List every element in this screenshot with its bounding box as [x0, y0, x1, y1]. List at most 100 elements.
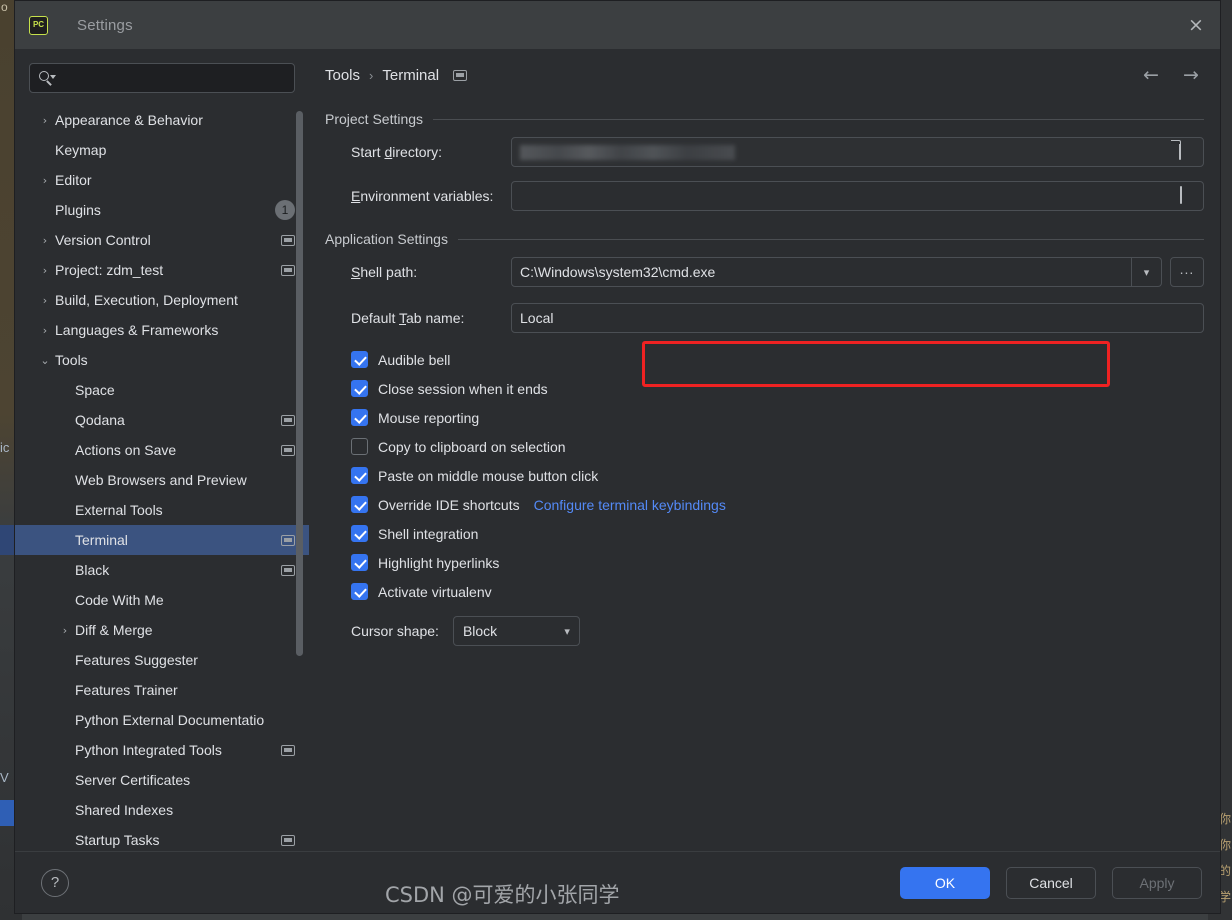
application-settings-group-header: Application Settings — [325, 231, 1204, 247]
sidebar-item-label: Tools — [55, 352, 88, 368]
terminal-options-list: Audible bell Close session when it ends Mo… — [325, 345, 1204, 606]
sidebar-item-build-execution-deployment[interactable]: › Build, Execution, Deployment — [15, 285, 309, 315]
chevron-right-icon[interactable]: › — [35, 234, 55, 247]
chevron-right-icon[interactable]: › — [35, 264, 55, 277]
chevron-right-icon[interactable]: › — [35, 174, 55, 187]
checkbox-audible-bell[interactable] — [351, 351, 368, 368]
project-scope-icon — [281, 264, 295, 276]
project-scope-icon — [281, 534, 295, 546]
shell-path-label: Shell path: — [351, 264, 418, 280]
start-directory-row: Start directory: — [325, 135, 1204, 169]
start-directory-input[interactable] — [511, 137, 1204, 167]
sidebar-item-external-tools[interactable]: ›External Tools — [15, 495, 309, 525]
sidebar-item-server-certificates[interactable]: ›Server Certificates — [15, 765, 309, 795]
group-divider — [433, 118, 1204, 120]
checkbox-label[interactable]: Shell integration — [378, 526, 478, 542]
sidebar-scrollbar-track[interactable] — [296, 103, 306, 851]
sidebar-item-startup-tasks[interactable]: ›Startup Tasks — [15, 825, 309, 851]
sidebar-item-keymap[interactable]: ›Keymap — [15, 135, 309, 165]
checkbox-label[interactable]: Copy to clipboard on selection — [378, 439, 566, 455]
checkbox-label[interactable]: Close session when it ends — [378, 381, 548, 397]
help-icon[interactable]: ? — [41, 868, 69, 897]
checkbox-close-session-when-it-ends[interactable] — [351, 380, 368, 397]
checkbox-highlight-hyperlinks[interactable] — [351, 554, 368, 571]
sidebar-item-python-external-documentatio[interactable]: ›Python External Documentatio — [15, 705, 309, 735]
folder-icon[interactable] — [1178, 142, 1196, 161]
checkbox-override-ide-shortcuts[interactable] — [351, 496, 368, 513]
sidebar-item-python-integrated-tools[interactable]: ›Python Integrated Tools — [15, 735, 309, 765]
ok-button[interactable]: OK — [900, 866, 990, 899]
sidebar-item-label: Languages & Frameworks — [55, 322, 219, 338]
sidebar-item-version-control[interactable]: › Version Control — [15, 225, 309, 255]
cancel-button[interactable]: Cancel — [1006, 866, 1096, 899]
checkbox-row: Highlight hyperlinks — [325, 548, 1204, 577]
sidebar-scrollbar-thumb[interactable] — [296, 111, 303, 656]
checkbox-row: Shell integration — [325, 519, 1204, 548]
project-scope-icon — [281, 414, 295, 426]
checkbox-label[interactable]: Audible bell — [378, 352, 450, 368]
sidebar-item-space[interactable]: ›Space — [15, 375, 309, 405]
chevron-down-icon[interactable]: ▾ — [1132, 257, 1162, 287]
sidebar-item-diff-merge[interactable]: › Diff & Merge — [15, 615, 309, 645]
chevron-down-icon[interactable]: ⌄ — [35, 354, 55, 367]
forward-arrow-icon[interactable]: → — [1176, 60, 1206, 90]
list-icon[interactable] — [1178, 186, 1196, 205]
checkbox-label[interactable]: Paste on middle mouse button click — [378, 468, 598, 484]
environment-variables-input[interactable] — [511, 181, 1204, 211]
sidebar-item-label: Shared Indexes — [75, 802, 174, 818]
checkbox-activate-virtualenv[interactable] — [351, 583, 368, 600]
chevron-right-icon[interactable]: › — [55, 624, 75, 637]
checkbox-shell-integration[interactable] — [351, 525, 368, 542]
sidebar-item-actions-on-save[interactable]: ›Actions on Save — [15, 435, 309, 465]
shell-path-input[interactable]: C:\Windows\system32\cmd.exe — [511, 257, 1132, 287]
sidebar-item-languages-frameworks[interactable]: › Languages & Frameworks — [15, 315, 309, 345]
sidebar-item-label: Qodana — [75, 412, 125, 428]
chevron-right-icon[interactable]: › — [35, 324, 55, 337]
sidebar-item-project-zdm-test[interactable]: › Project: zdm_test — [15, 255, 309, 285]
back-arrow-icon[interactable]: ← — [1136, 60, 1166, 90]
dialog-footer: ? OK Cancel Apply CSDN @可爱的小张同学 — [15, 851, 1220, 913]
sidebar-item-shared-indexes[interactable]: ›Shared Indexes — [15, 795, 309, 825]
sidebar-item-terminal[interactable]: ›Terminal — [15, 525, 309, 555]
breadcrumb-separator-icon: › — [369, 67, 374, 83]
dialog-body: ›Appearance & Behavior›Keymap›Editor›Plu… — [15, 49, 1220, 851]
checkbox-label[interactable]: Mouse reporting — [378, 410, 479, 426]
cursor-shape-select[interactable]: Block ▾ — [452, 616, 580, 646]
breadcrumb-current: Terminal — [382, 66, 440, 84]
checkbox-row: Audible bell — [325, 345, 1204, 374]
sidebar-item-features-trainer[interactable]: ›Features Trainer — [15, 675, 309, 705]
default-tab-name-input[interactable]: Local — [511, 303, 1204, 333]
close-icon[interactable]: × — [1180, 9, 1212, 41]
search-input[interactable] — [56, 70, 286, 86]
checkbox-label[interactable]: Override IDE shortcuts — [378, 497, 520, 513]
dialog-title: Settings — [77, 16, 133, 34]
configure-keybindings-link[interactable]: Configure terminal keybindings — [534, 497, 726, 513]
sidebar-item-web-browsers-and-preview[interactable]: ›Web Browsers and Preview — [15, 465, 309, 495]
sidebar-item-label: Appearance & Behavior — [55, 112, 203, 128]
chevron-right-icon[interactable]: › — [35, 294, 55, 307]
sidebar-item-features-suggester[interactable]: ›Features Suggester — [15, 645, 309, 675]
sidebar-item-label: Black — [75, 562, 110, 578]
sidebar-item-label: Build, Execution, Deployment — [55, 292, 238, 308]
checkbox-label[interactable]: Highlight hyperlinks — [378, 555, 499, 571]
shell-path-value: C:\Windows\system32\cmd.exe — [520, 264, 716, 280]
shell-path-browse-button[interactable]: ... — [1170, 257, 1204, 287]
checkbox-mouse-reporting[interactable] — [351, 409, 368, 426]
breadcrumb-root[interactable]: Tools — [325, 67, 360, 84]
settings-form: Project Settings Start directory: Enviro… — [309, 111, 1220, 648]
sidebar-item-label: Server Certificates — [75, 772, 191, 788]
default-tab-name-label: Default Tab name: — [351, 310, 465, 326]
checkbox-paste-on-middle-mouse-button-click[interactable] — [351, 467, 368, 484]
sidebar-item-code-with-me[interactable]: ›Code With Me — [15, 585, 309, 615]
sidebar-item-qodana[interactable]: ›Qodana — [15, 405, 309, 435]
sidebar-item-plugins[interactable]: ›Plugins1 — [15, 195, 309, 225]
checkbox-label[interactable]: Activate virtualenv — [378, 584, 492, 600]
sidebar-item-editor[interactable]: › Editor — [15, 165, 309, 195]
search-box[interactable] — [29, 63, 295, 93]
chevron-right-icon[interactable]: › — [35, 114, 55, 127]
sidebar-item-black[interactable]: ›Black — [15, 555, 309, 585]
checkbox-copy-to-clipboard-on-selection[interactable] — [351, 438, 368, 455]
sidebar-item-tools[interactable]: ⌄ Tools — [15, 345, 309, 375]
sidebar-item-appearance-behavior[interactable]: › Appearance & Behavior — [15, 105, 309, 135]
sidebar-item-label: Startup Tasks — [75, 832, 160, 848]
